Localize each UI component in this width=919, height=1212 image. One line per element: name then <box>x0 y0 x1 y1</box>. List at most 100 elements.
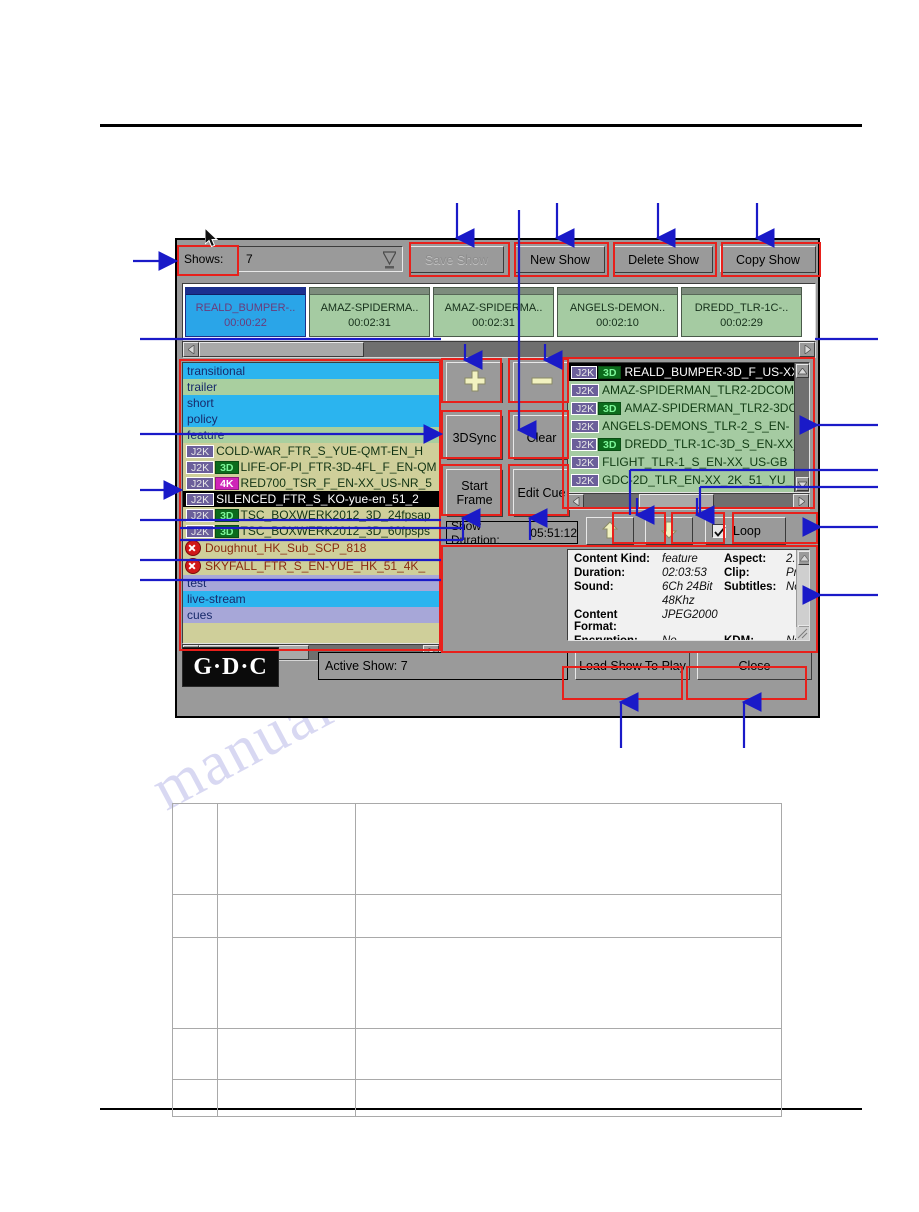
list-item[interactable]: test <box>183 575 439 591</box>
table-cell <box>172 937 218 1029</box>
timeline-card[interactable]: ANGELS-DEMON.. 00:02:10 <box>557 287 678 337</box>
list-item[interactable]: feature <box>183 427 439 443</box>
list-item[interactable]: short <box>183 395 439 411</box>
list-item[interactable]: J2K 4K RED700_TSR_F_EN-XX_US-NR_5 <box>183 475 439 491</box>
format-badge-3d: 3D <box>598 437 622 451</box>
playlist-row[interactable]: J2K FLIGHT_TLR-1_S_EN-XX_US-GB <box>568 453 794 471</box>
show-duration-field: Show Duration: 05:51:12 <box>446 519 578 547</box>
timeline-card-header <box>310 288 429 295</box>
load-show-to-play-button[interactable]: Load Show To Play <box>575 652 690 680</box>
scroll-right-icon[interactable] <box>799 342 815 357</box>
info-value: JPEG2000 <box>662 609 718 621</box>
clip-name: SKYFALL_FTR_S_EN-YUE_HK_51_4K_ <box>205 559 426 573</box>
format-badge-j2k: J2K <box>571 473 600 487</box>
format-badge-j2k: J2K <box>571 383 599 397</box>
playlist-item-name: FLIGHT_TLR-1_S_EN-XX_US-GB <box>602 455 788 469</box>
content-browser-list[interactable]: transitional trailer short policy featur… <box>182 362 440 644</box>
scroll-up-icon[interactable] <box>798 551 809 565</box>
scroll-down-icon[interactable] <box>796 477 809 491</box>
new-show-button[interactable]: New Show <box>515 246 605 273</box>
loop-checkbox[interactable] <box>712 524 726 538</box>
save-show-button[interactable]: Save Show <box>409 246 504 273</box>
playlist-row-selected[interactable]: J2K 3D REALD_BUMPER-3D_F_US-XX <box>568 363 794 381</box>
clip-name: COLD-WAR_FTR_S_YUE-QMT-EN_H <box>216 444 424 458</box>
loop-toggle[interactable]: Loop <box>705 517 786 545</box>
chevron-down-icon[interactable] <box>383 251 396 269</box>
info-key: Content Kind: <box>574 553 651 565</box>
playlist-item-name: ANGELS-DEMONS_TLR-2_S_EN- <box>602 419 790 433</box>
content-info-panel: Content Kind: feature Aspect: 2.39 Durat… <box>567 549 810 641</box>
timeline-card[interactable]: AMAZ-SPIDERMA.. 00:02:31 <box>309 287 430 337</box>
format-badge-j2k: J2K <box>571 437 597 451</box>
list-item[interactable]: trailer <box>183 379 439 395</box>
playlist-row[interactable]: J2K 3D DREDD_TLR-1C-3D_S_EN-XX_ <box>568 435 794 453</box>
timeline-card-header <box>558 288 677 295</box>
timeline-card[interactable]: REALD_BUMPER-.. 00:00:22 <box>185 287 306 337</box>
table-row <box>172 937 782 1029</box>
format-badge-j2k: J2K <box>186 476 215 490</box>
show-timeline-strip[interactable]: REALD_BUMPER-.. 00:00:22 AMAZ-SPIDERMA..… <box>182 283 816 341</box>
add-to-playlist-button[interactable] <box>446 362 503 403</box>
clip-name: Doughnut_HK_Sub_SCP_818 <box>205 541 367 555</box>
info-key <box>724 609 786 633</box>
playlist-vertical-scrollbar[interactable] <box>794 363 809 492</box>
playlist-row[interactable]: J2K GDC-2D_TLR_EN-XX_2K_51_YU_ <box>568 471 794 489</box>
playlist-row[interactable]: J2K 3D AMAZ-SPIDERMAN_TLR2-3DC <box>568 399 794 417</box>
playlist-row[interactable]: J2K AMAZ-SPIDERMAN_TLR2-2DCOM <box>568 381 794 399</box>
list-item-selected[interactable]: J2K SILENCED_FTR_S_KO-yue-en_51_2 <box>183 491 439 507</box>
list-item[interactable]: J2K 3D TSC_BOXWERK2012_3D_60fpsps <box>183 523 439 539</box>
timeline-card[interactable]: AMAZ-SPIDERMA.. 00:02:31 <box>433 287 554 337</box>
table-cell <box>355 937 782 1029</box>
list-item[interactable]: cues <box>183 607 439 623</box>
scrollbar-thumb[interactable] <box>639 494 714 509</box>
list-item[interactable]: policy <box>183 411 439 427</box>
table-cell <box>217 937 356 1029</box>
move-down-button[interactable] <box>645 517 693 545</box>
scrollbar-thumb[interactable] <box>199 342 364 357</box>
list-item[interactable]: J2K 3D TSC_BOXWERK2012_3D_24fpsap <box>183 507 439 523</box>
list-item[interactable]: Doughnut_HK_Sub_SCP_818 <box>183 539 439 557</box>
remove-from-playlist-button[interactable] <box>513 362 570 403</box>
clear-button[interactable]: Clear <box>513 415 570 460</box>
active-show-field: Active Show: 7 <box>318 652 568 680</box>
scroll-left-icon[interactable] <box>183 342 199 357</box>
copy-show-button[interactable]: Copy Show <box>720 246 816 273</box>
3dsync-button[interactable]: 3DSync <box>446 415 503 460</box>
list-item[interactable]: J2K 3D LIFE-OF-PI_FTR-3D-4FL_F_EN-QM <box>183 459 439 475</box>
list-item[interactable]: live-stream <box>183 591 439 607</box>
delete-show-button[interactable]: Delete Show <box>614 246 713 273</box>
reference-table <box>172 803 782 1117</box>
timeline-card-name: DREDD_TLR-1C-.. <box>694 301 789 314</box>
format-badge-j2k: J2K <box>571 365 597 379</box>
resize-grip-icon[interactable] <box>796 627 809 640</box>
scroll-up-icon[interactable] <box>796 364 809 378</box>
list-item[interactable]: SKYFALL_FTR_S_EN-YUE_HK_51_4K_ <box>183 557 439 575</box>
edit-cue-button[interactable]: Edit Cue <box>513 469 570 517</box>
timeline-card-duration: 00:02:10 <box>596 316 639 329</box>
list-item[interactable]: J2K COLD-WAR_FTR_S_YUE-QMT-EN_H <box>183 443 439 459</box>
info-value: 02:03:53 <box>662 567 707 579</box>
playlist-row[interactable]: J2K ANGELS-DEMONS_TLR-2_S_EN- <box>568 417 794 435</box>
scroll-right-icon[interactable] <box>793 494 809 509</box>
loop-label: Loop <box>733 524 761 538</box>
start-frame-button[interactable]: Start Frame <box>446 469 503 517</box>
active-show-text: Active Show: 7 <box>325 659 408 673</box>
timeline-card-duration: 00:00:22 <box>224 316 267 329</box>
info-key: Subtitles: <box>724 581 777 593</box>
timeline-card-header <box>186 288 305 295</box>
move-up-button[interactable] <box>586 517 634 545</box>
timeline-horizontal-scrollbar[interactable] <box>182 341 816 358</box>
shows-label: Shows: <box>184 252 224 266</box>
playlist-horizontal-scrollbar[interactable] <box>567 493 810 510</box>
folder-label: test <box>187 576 207 590</box>
scroll-left-icon[interactable] <box>568 494 584 509</box>
shows-dropdown[interactable]: 7 <box>238 246 403 272</box>
timeline-card[interactable]: DREDD_TLR-1C-.. 00:02:29 <box>681 287 802 337</box>
close-button[interactable]: Close <box>697 652 812 680</box>
format-badge-3d: 3D <box>215 524 239 538</box>
table-cell <box>217 1028 356 1080</box>
playlist-item-name: REALD_BUMPER-3D_F_US-XX <box>624 365 794 379</box>
show-playlist[interactable]: J2K 3D REALD_BUMPER-3D_F_US-XX J2K AMAZ-… <box>567 362 810 493</box>
list-item[interactable]: transitional <box>183 363 439 379</box>
info-value: 6Ch 24Bit <box>662 581 713 593</box>
